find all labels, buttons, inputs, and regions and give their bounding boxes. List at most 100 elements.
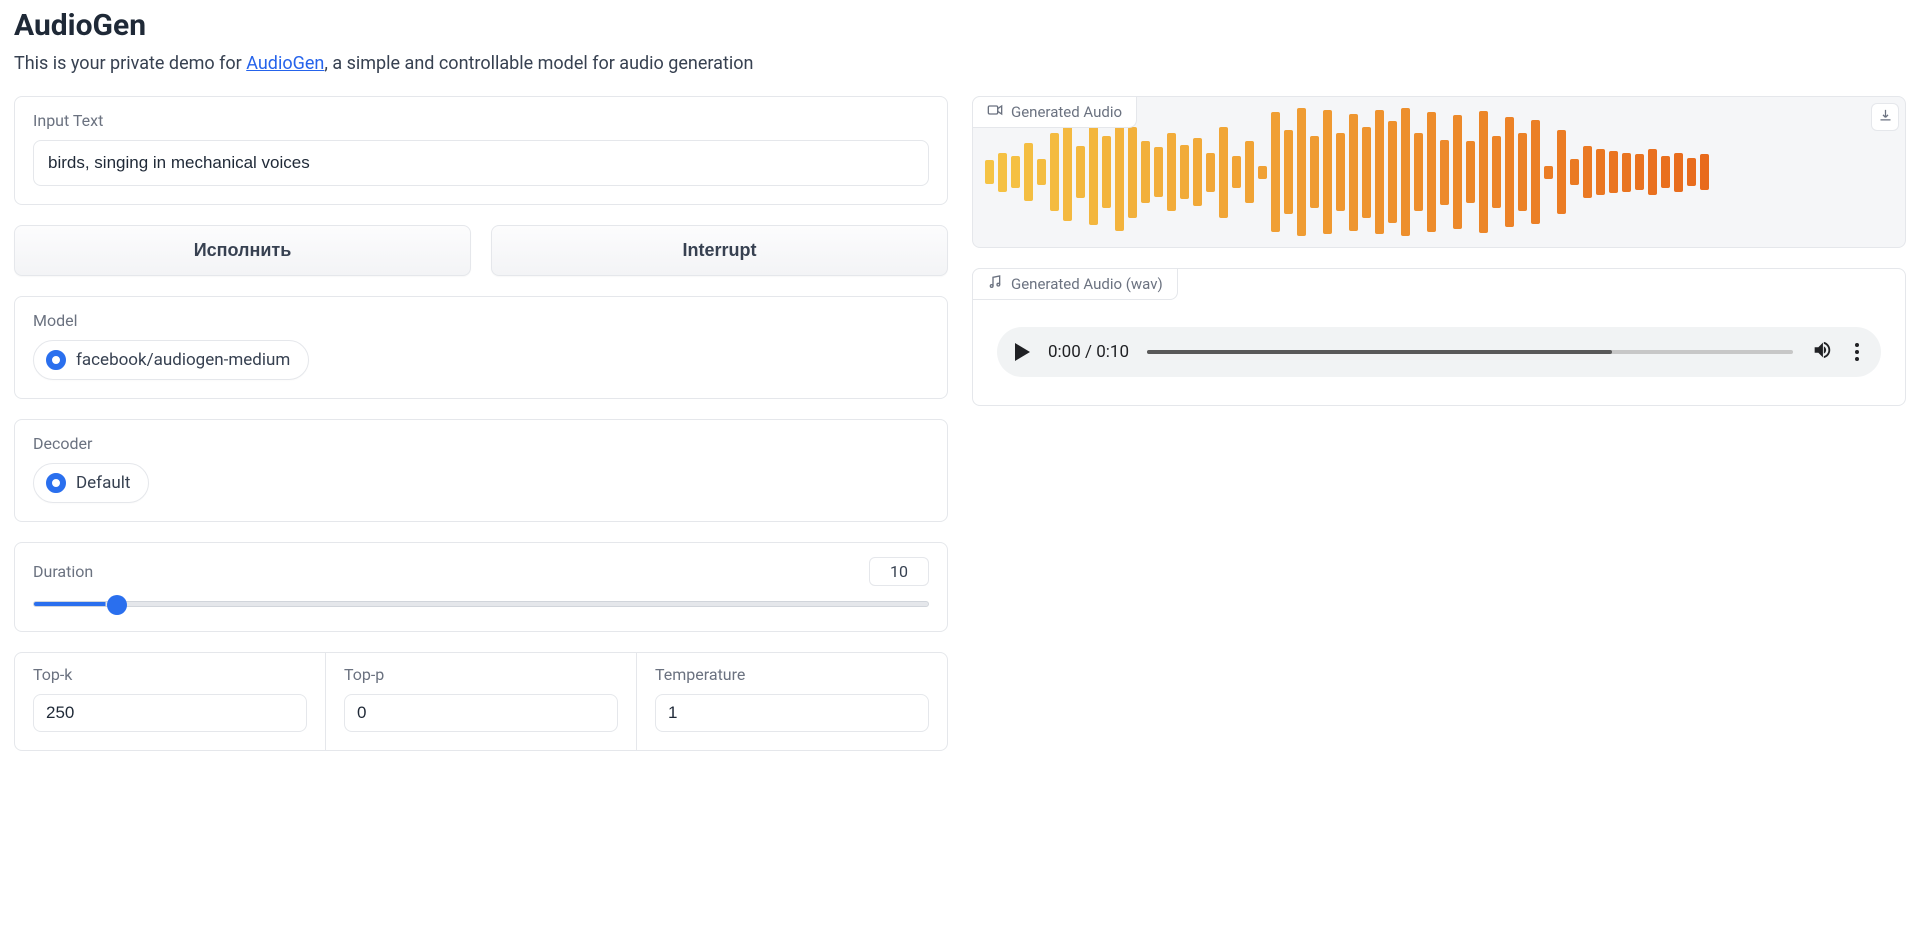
waveform-bar [1570, 159, 1579, 185]
waveform-bar [1193, 138, 1202, 206]
topk-cell: Top-k [15, 653, 326, 750]
waveform-bar [1349, 114, 1358, 231]
duration-label: Duration [33, 562, 93, 581]
topk-input[interactable] [33, 694, 307, 732]
waveform-bar [1453, 115, 1462, 229]
intro-text: This is your private demo for AudioGen, … [14, 53, 1906, 74]
temperature-label: Temperature [655, 665, 929, 684]
params-row: Top-k Top-p Temperature [14, 652, 948, 751]
waveform-bar [1063, 123, 1072, 221]
waveform-bar [1024, 143, 1033, 200]
topp-label: Top-p [344, 665, 618, 684]
download-icon [1878, 108, 1893, 127]
waveform-bar [1492, 136, 1501, 208]
decoder-option[interactable]: Default [33, 463, 149, 503]
waveform-bar [1167, 133, 1176, 211]
video-icon [987, 102, 1003, 122]
waveform-bar [1596, 149, 1605, 195]
generated-audio-wav-tag: Generated Audio (wav) [972, 268, 1178, 300]
generated-audio-wav-panel: Generated Audio (wav) 0:00 / 0:10 [972, 268, 1906, 406]
run-button[interactable]: Исполнить [14, 225, 471, 276]
waveform-bar [1011, 156, 1020, 187]
waveform-bar [1310, 136, 1319, 208]
decoder-panel: Decoder Default [14, 419, 948, 522]
duration-value[interactable]: 10 [869, 557, 929, 586]
waveform-bar [1544, 166, 1553, 179]
waveform-bar [1583, 146, 1592, 198]
waveform-bar [1401, 108, 1410, 235]
waveform-bar [1258, 166, 1267, 179]
audio-time-current: 0:00 [1048, 342, 1081, 362]
audio-menu-button[interactable] [1851, 339, 1863, 365]
intro-suffix: , a simple and controllable model for au… [324, 53, 753, 74]
waveform-bar [1440, 140, 1449, 205]
audio-progress-fill [1147, 350, 1612, 354]
waveform-bar [1635, 154, 1644, 190]
waveform-bar [1206, 153, 1215, 192]
waveform-bar [1115, 114, 1124, 231]
temperature-cell: Temperature [637, 653, 947, 750]
waveform-bar [998, 153, 1007, 192]
waveform-bar [1375, 110, 1384, 235]
waveform-bar [1557, 130, 1566, 215]
duration-panel: Duration 10 [14, 542, 948, 632]
audio-progress-track[interactable] [1147, 350, 1793, 354]
model-option-label: facebook/audiogen-medium [76, 350, 290, 370]
waveform-bar [1505, 117, 1514, 228]
decoder-label: Decoder [33, 434, 929, 453]
waveform-bar [1466, 141, 1475, 203]
waveform-bar [1414, 133, 1423, 211]
duration-slider[interactable] [33, 599, 929, 609]
waveform-bar [1362, 127, 1371, 218]
waveform-bar [1050, 133, 1059, 211]
input-text-panel: Input Text [14, 96, 948, 205]
waveform-bar [1609, 151, 1618, 193]
waveform-bar [1323, 110, 1332, 235]
volume-button[interactable] [1811, 339, 1833, 365]
waveform-bar [1518, 133, 1527, 211]
generated-audio-video-tag: Generated Audio [972, 96, 1137, 128]
decoder-option-label: Default [76, 473, 130, 493]
input-text-field[interactable] [33, 140, 929, 186]
waveform-bar [1674, 153, 1683, 192]
topp-input[interactable] [344, 694, 618, 732]
music-icon [987, 274, 1003, 294]
waveform-bar [1336, 133, 1345, 211]
waveform-bar [1479, 111, 1488, 233]
generated-audio-video-panel: Generated Audio [972, 96, 1906, 248]
intro-prefix: This is your private demo for [14, 53, 246, 74]
model-panel: Model facebook/audiogen-medium [14, 296, 948, 399]
interrupt-button[interactable]: Interrupt [491, 225, 948, 276]
waveform-bar [1661, 156, 1670, 189]
waveform-bar [1154, 147, 1163, 196]
temperature-input[interactable] [655, 694, 929, 732]
waveform-bar [1076, 146, 1085, 198]
waveform-bar [1271, 112, 1280, 232]
model-option[interactable]: facebook/audiogen-medium [33, 340, 309, 380]
waveform-bar [1180, 145, 1189, 200]
download-button[interactable] [1871, 103, 1899, 131]
play-button[interactable] [1015, 343, 1030, 361]
radio-icon [46, 473, 66, 493]
waveform-bar [1687, 158, 1696, 187]
audio-time-total: 0:10 [1096, 342, 1129, 362]
waveform-bar [1284, 130, 1293, 215]
radio-icon [46, 350, 66, 370]
waveform-bar [1232, 156, 1241, 189]
waveform-bar [1219, 127, 1228, 218]
waveform-bar [1388, 121, 1397, 222]
generated-audio-video-label: Generated Audio [1011, 103, 1122, 121]
audiogen-link[interactable]: AudioGen [246, 53, 324, 74]
waveform-bar [1089, 119, 1098, 226]
model-label: Model [33, 311, 929, 330]
topp-cell: Top-p [326, 653, 637, 750]
audio-time: 0:00 / 0:10 [1048, 342, 1129, 362]
waveform-bar [1128, 127, 1137, 218]
waveform-bar [1245, 141, 1254, 203]
waveform-bar [985, 160, 994, 183]
waveform-bar [1700, 154, 1709, 190]
page-title: AudioGen [14, 8, 1906, 43]
waveform-bar [1102, 136, 1111, 208]
waveform-bar [1141, 141, 1150, 203]
waveform-bar [1297, 108, 1306, 235]
